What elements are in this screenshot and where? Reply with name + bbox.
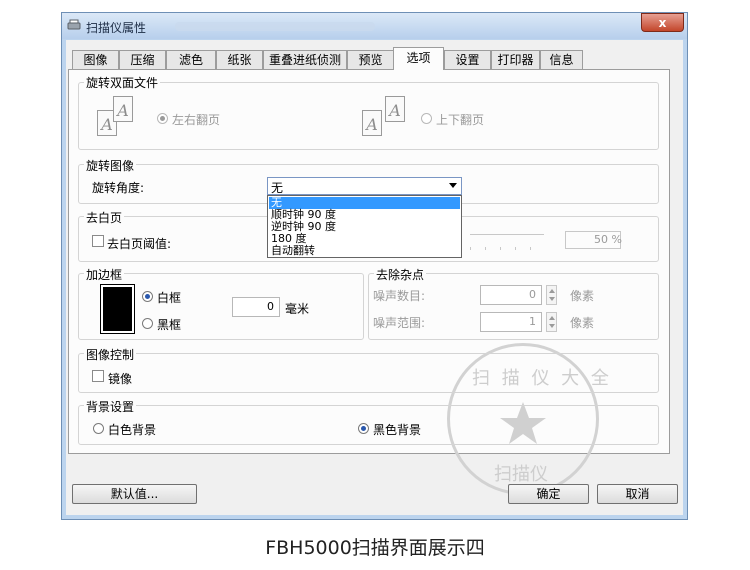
tab-paper[interactable]: 纸张	[216, 50, 263, 69]
rotation-angle-select[interactable]	[267, 177, 462, 195]
tab-imprinter[interactable]: 打印器	[491, 50, 540, 69]
chevron-down-icon[interactable]	[449, 183, 457, 188]
page-a-icon: A	[113, 96, 133, 122]
blank-threshold-checkbox[interactable]	[92, 235, 104, 247]
rotation-angle-label: 旋转角度:	[92, 181, 145, 195]
mirror-checkbox[interactable]	[92, 370, 104, 382]
border-width-unit: 毫米	[285, 302, 310, 316]
watermark-bottom-text: 扫描仪	[494, 464, 548, 485]
noise-range-label: 噪声范围:	[373, 316, 426, 330]
noise-count-label: 噪声数目:	[373, 289, 426, 303]
black-border-label: 黑框	[157, 318, 182, 332]
noise-count-unit: 像素	[570, 289, 595, 303]
scanner-icon	[67, 18, 81, 32]
blank-page-title: 去白页	[84, 209, 125, 226]
noise-count-spinner[interactable]	[546, 285, 557, 305]
tab-image[interactable]: 图像	[72, 50, 119, 69]
black-background-radio[interactable]	[358, 423, 369, 434]
cancel-button[interactable]: 取消	[597, 484, 678, 504]
rotation-angle-dropdown[interactable]: 无 顺时钟 90 度 逆时钟 90 度 180 度 自动翻转	[267, 195, 462, 258]
background-title: 背景设置	[84, 398, 137, 415]
rotate-image-title: 旋转图像	[84, 157, 137, 174]
noise-count-input[interactable]: 0	[480, 285, 542, 305]
mirror-label: 镜像	[108, 372, 133, 386]
left-right-flip-radio[interactable]	[157, 113, 168, 124]
border-width-input[interactable]: 0	[232, 297, 280, 317]
tab-information[interactable]: 信息	[540, 50, 583, 69]
rotate-duplex-title: 旋转双面文件	[84, 74, 161, 91]
ok-button[interactable]: 确定	[508, 484, 589, 504]
threshold-slider-track[interactable]	[470, 234, 544, 235]
tab-color-dropout[interactable]: 滤色	[166, 50, 216, 69]
image-caption: FBH5000扫描界面展示四	[265, 537, 485, 559]
tab-options[interactable]: 选项	[393, 47, 444, 70]
background-group	[78, 405, 659, 445]
rotation-angle-value: 无	[271, 181, 284, 195]
left-right-flip-label: 左右翻页	[172, 113, 221, 127]
tab-multifeed-detection[interactable]: 重叠进纸侦测	[263, 50, 347, 69]
image-control-group	[78, 353, 659, 393]
title-path-blur	[175, 22, 375, 31]
noise-range-spinner[interactable]	[546, 312, 557, 332]
top-bottom-flip-label: 上下翻页	[436, 113, 485, 127]
page-a-icon: A	[385, 96, 405, 122]
black-background-label: 黑色背景	[373, 423, 422, 437]
default-button[interactable]: 默认值...	[72, 484, 197, 504]
white-border-radio[interactable]	[142, 291, 153, 302]
tab-preview[interactable]: 预览	[347, 50, 394, 69]
white-background-radio[interactable]	[93, 423, 104, 434]
tab-setting[interactable]: 设置	[444, 50, 491, 69]
window-title: 扫描仪属性	[86, 21, 147, 35]
tab-compression[interactable]: 压缩	[119, 50, 166, 69]
image-control-title: 图像控制	[84, 346, 137, 363]
white-background-label: 白色背景	[108, 423, 157, 437]
dropdown-option[interactable]: 自动翻转	[269, 245, 460, 257]
page-a-icon: A	[362, 110, 382, 136]
top-bottom-flip-radio[interactable]	[421, 113, 432, 124]
blank-threshold-label: 去白页阈值:	[107, 237, 172, 251]
white-border-label: 白框	[157, 291, 182, 305]
close-button[interactable]: x	[641, 13, 684, 32]
threshold-slider-ticks	[470, 247, 544, 250]
noise-range-input[interactable]: 1	[480, 312, 542, 332]
noise-removal-title: 去除杂点	[374, 266, 427, 283]
black-border-radio[interactable]	[142, 318, 153, 329]
border-title: 加边框	[84, 266, 125, 283]
threshold-value: 50 %	[594, 233, 622, 246]
noise-range-unit: 像素	[570, 316, 595, 330]
border-preview-icon	[100, 284, 135, 334]
